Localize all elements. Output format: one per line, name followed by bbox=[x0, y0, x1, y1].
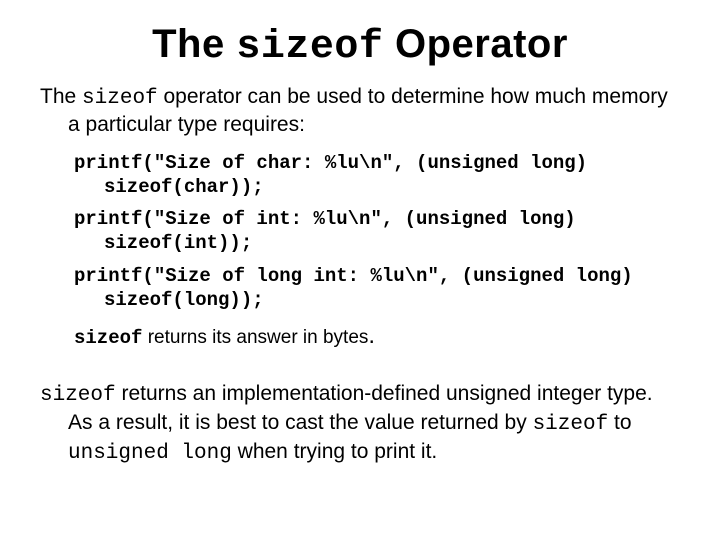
note-text: returns its answer in bytes bbox=[142, 327, 368, 348]
intro-post: operator can be used to determine how mu… bbox=[68, 85, 668, 136]
title-post: Operator bbox=[383, 22, 568, 66]
closing-code-2: sizeof bbox=[533, 413, 609, 436]
closing-paragraph: sizeof returns an implementation-defined… bbox=[40, 381, 680, 468]
closing-code-3: unsigned long bbox=[68, 442, 232, 465]
closing-text-3: when trying to print it. bbox=[232, 440, 437, 463]
note-code: sizeof bbox=[74, 327, 142, 349]
code-line-2: printf("Size of int: %lu\n", (unsigned l… bbox=[74, 207, 680, 256]
closing-code-1: sizeof bbox=[40, 384, 116, 407]
intro-paragraph: The sizeof operator can be used to deter… bbox=[40, 84, 680, 139]
note-line: sizeof returns its answer in bytes. bbox=[74, 320, 680, 352]
title-code: sizeof bbox=[236, 25, 383, 70]
title-pre: The bbox=[152, 22, 236, 66]
intro-code: sizeof bbox=[82, 87, 158, 110]
code-line-3: printf("Size of long int: %lu\n", (unsig… bbox=[74, 264, 680, 313]
code-line-1: printf("Size of char: %lu\n", (unsigned … bbox=[74, 151, 680, 200]
intro-pre: The bbox=[40, 85, 82, 108]
note-dot: . bbox=[368, 322, 375, 349]
slide: The sizeof Operator The sizeof operator … bbox=[0, 0, 720, 540]
code-block: printf("Size of char: %lu\n", (unsigned … bbox=[74, 151, 680, 313]
closing-text-2: to bbox=[608, 411, 631, 434]
slide-title: The sizeof Operator bbox=[40, 22, 680, 70]
